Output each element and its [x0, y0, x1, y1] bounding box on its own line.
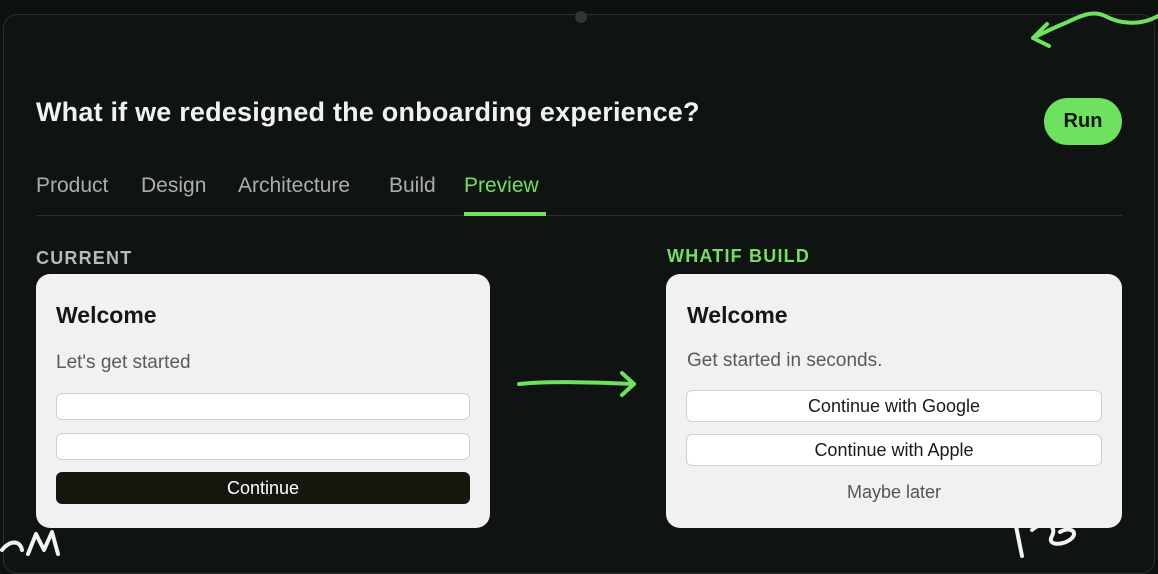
tab-product[interactable]: Product — [36, 174, 108, 198]
tab-design[interactable]: Design — [141, 174, 206, 198]
arrow-right-icon — [517, 371, 636, 397]
maybe-later-link[interactable]: Maybe later — [666, 482, 1122, 503]
tab-architecture[interactable]: Architecture — [238, 174, 350, 198]
current-preview-card: Welcome Let's get started Continue — [36, 274, 490, 528]
tab-preview[interactable]: Preview — [464, 174, 539, 198]
run-button[interactable]: Run — [1044, 98, 1122, 145]
page-title: What if we redesigned the onboarding exp… — [36, 97, 700, 127]
scribble-right-icon — [1014, 522, 1077, 558]
continue-with-apple-button[interactable]: Continue with Apple — [686, 434, 1102, 466]
current-section-label: CURRENT — [36, 248, 133, 268]
scribble-left-icon — [0, 530, 60, 556]
camera-notch — [575, 11, 587, 23]
active-tab-indicator — [464, 212, 546, 216]
continue-with-google-button[interactable]: Continue with Google — [686, 390, 1102, 422]
current-input-field-2[interactable] — [56, 433, 470, 460]
whatif-preview-card: Welcome Get started in seconds. Continue… — [666, 274, 1122, 528]
current-card-title: Welcome — [56, 302, 157, 328]
tab-bar: Product Design Architecture Build Previe… — [36, 168, 1122, 216]
whatif-section-label: WHATIF BUILD — [667, 246, 811, 266]
curved-arrow-icon — [1031, 11, 1158, 48]
current-card-subtitle: Let's get started — [56, 352, 191, 373]
current-input-field-1[interactable] — [56, 393, 470, 420]
continue-button[interactable]: Continue — [56, 472, 470, 504]
whatif-card-subtitle: Get started in seconds. — [687, 350, 883, 371]
whatif-card-title: Welcome — [687, 302, 788, 328]
tab-build[interactable]: Build — [389, 174, 436, 198]
